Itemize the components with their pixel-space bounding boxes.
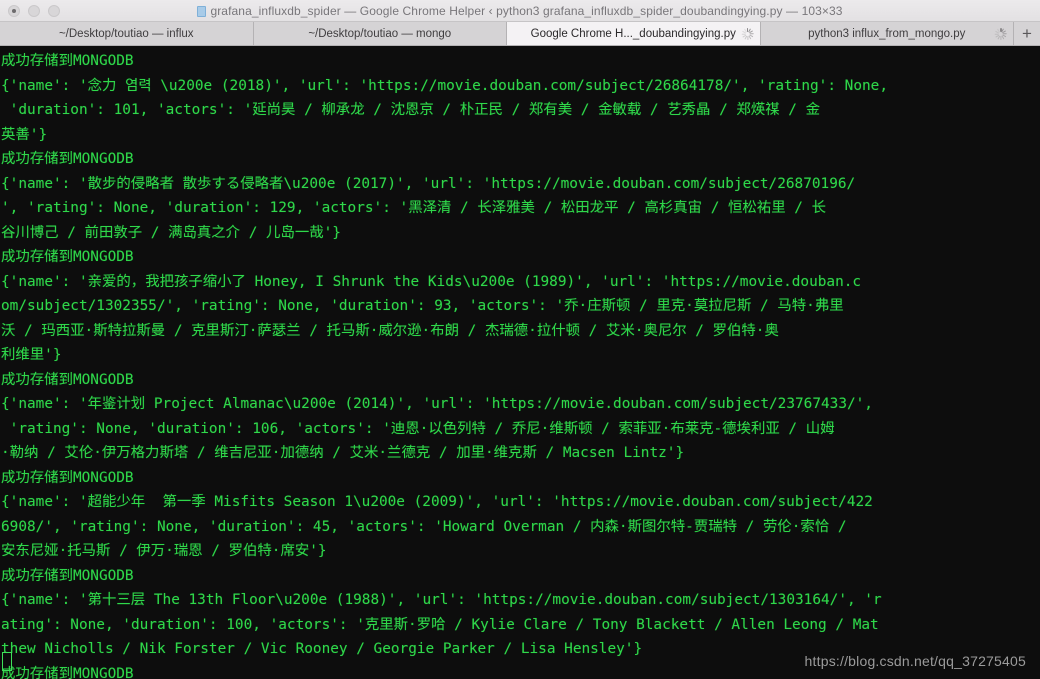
- terminal-line-list: 成功存储到MONGODB {'name': '念力 염력 \u200e (2018…: [1, 49, 1040, 679]
- window-title: grafana_influxdb_spider — Google Chrome …: [0, 4, 1040, 18]
- activity-spinner-icon: [995, 27, 1008, 40]
- terminal-line: 安东尼娅·托马斯 / 伊万·瑞恩 / 罗伯特·席安'}: [1, 543, 327, 559]
- terminal-line: ', 'rating': None, 'duration': 129, 'act…: [1, 200, 826, 216]
- terminal-line: {'name': '第十三层 The 13th Floor\u200e (198…: [1, 592, 882, 608]
- terminal-line: 成功存储到MONGODB: [1, 371, 134, 388]
- terminal-window: grafana_influxdb_spider — Google Chrome …: [0, 0, 1040, 679]
- window-controls: [0, 4, 60, 17]
- tab-influx-label: ~/Desktop/toutiao — influx: [58, 27, 194, 40]
- close-button[interactable]: [8, 4, 20, 17]
- tab-mongo-label: ~/Desktop/toutiao — mongo: [308, 27, 452, 40]
- terminal-line: 成功存储到MONGODB: [1, 53, 134, 69]
- terminal-line: 成功存储到MONGODB: [1, 469, 134, 486]
- terminal-line: 利维里'}: [1, 347, 62, 363]
- tab-doubandingying[interactable]: Google Chrome H..._doubandingying.py: [507, 22, 761, 45]
- terminal-line: 成功存储到MONGODB: [1, 249, 134, 265]
- window-titlebar: grafana_influxdb_spider — Google Chrome …: [0, 0, 1040, 22]
- terminal-output[interactable]: 成功存储到MONGODB {'name': '念力 염력 \u200e (2018…: [0, 46, 1040, 679]
- zoom-button[interactable]: [48, 4, 60, 17]
- activity-spinner-icon: [741, 27, 754, 40]
- terminal-line: 成功存储到MONGODB: [1, 567, 134, 584]
- terminal-line: 6908/', 'rating': None, 'duration': 45, …: [1, 518, 847, 535]
- tab-mongo[interactable]: ~/Desktop/toutiao — mongo: [253, 22, 507, 45]
- minimize-button[interactable]: [28, 4, 40, 17]
- tab-influx-from-mongo[interactable]: python3 influx_from_mongo.py: [760, 22, 1014, 45]
- terminal-line: 'duration': 101, 'actors': '延尚昊 / 柳承龙 / …: [1, 102, 820, 118]
- tab-bar: ~/Desktop/toutiao — influx ~/Desktop/tou…: [0, 22, 1040, 46]
- terminal-line: ating': None, 'duration': 100, 'actors':…: [1, 616, 879, 633]
- new-tab-button[interactable]: +: [1014, 22, 1040, 45]
- terminal-line: 谷川博己 / 前田敦子 / 满岛真之介 / 儿岛一哉'}: [1, 224, 341, 241]
- terminal-line: {'name': '超能少年 第一季 Misfits Season 1\u200…: [1, 494, 873, 510]
- tab-influx-from-mongo-label: python3 influx_from_mongo.py: [808, 27, 966, 40]
- terminal-line: {'name': '散步的侵略者 散歩する侵略者\u200e (2017)', …: [1, 175, 856, 192]
- terminal-line: {'name': '念力 염력 \u200e (2018)', 'url': '…: [1, 77, 888, 94]
- terminal-line: 沃 / 玛西亚·斯特拉斯曼 / 克里斯汀·萨瑟兰 / 托马斯·威尔逊·布朗 / …: [1, 322, 779, 339]
- terminal-line: ·勒纳 / 艾伦·伊万格力斯塔 / 维吉尼亚·加德纳 / 艾米·兰德克 / 加里…: [1, 445, 685, 461]
- tab-influx[interactable]: ~/Desktop/toutiao — influx: [0, 22, 254, 45]
- window-title-text: grafana_influxdb_spider — Google Chrome …: [210, 3, 843, 18]
- terminal-cursor: [2, 652, 12, 671]
- terminal-line: {'name': '亲爱的，我把孩子缩小了 Honey, I Shrunk th…: [1, 273, 862, 290]
- document-icon: [197, 5, 207, 17]
- terminal-line: 'rating': None, 'duration': 106, 'actors…: [1, 420, 835, 437]
- terminal-line: om/subject/1302355/', 'rating': None, 'd…: [1, 298, 844, 314]
- watermark-text: https://blog.csdn.net/qq_37275405: [804, 653, 1026, 669]
- tab-doubandingying-label: Google Chrome H..._doubandingying.py: [530, 27, 736, 40]
- terminal-line: 成功存储到MONGODB: [1, 151, 134, 167]
- terminal-line: 英善'}: [1, 126, 48, 143]
- terminal-line: {'name': '年鉴计划 Project Almanac\u200e (20…: [1, 396, 873, 412]
